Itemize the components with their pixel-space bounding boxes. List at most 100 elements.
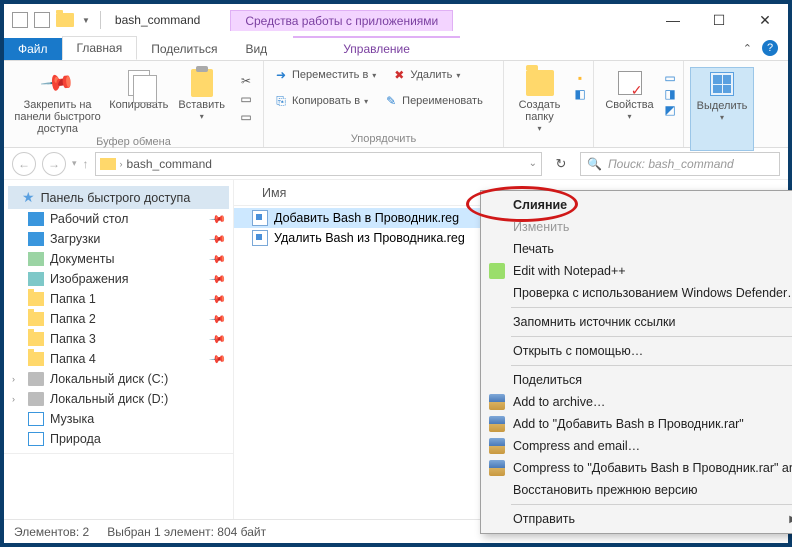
ctx-remember[interactable]: Запомнить источник ссылки xyxy=(483,311,792,333)
delete-button[interactable]: ✖Удалить ▾ xyxy=(388,67,464,83)
rar-icon xyxy=(489,394,505,410)
ctx-notepadpp[interactable]: Edit with Notepad++ xyxy=(483,260,792,282)
ctx-defender[interactable]: Проверка с использованием Windows Defend… xyxy=(483,282,792,304)
sidebar-item-pictures[interactable]: Изображения📌 xyxy=(4,269,233,289)
copyto-button[interactable]: ⎘Копировать в ▾ xyxy=(270,93,372,109)
chevron-right-icon[interactable]: › xyxy=(12,374,15,384)
sidebar-quickaccess[interactable]: ★ Панель быстрого доступа xyxy=(8,186,229,209)
rar-icon xyxy=(489,438,505,454)
maximize-button[interactable]: ☐ xyxy=(696,5,742,35)
pin-icon: 📌 xyxy=(209,350,228,369)
rename-button[interactable]: ✎Переименовать xyxy=(380,93,487,109)
qat-btn1[interactable] xyxy=(34,12,50,28)
star-icon: ★ xyxy=(22,189,35,206)
tab-home[interactable]: Главная xyxy=(62,36,138,60)
status-selection: Выбран 1 элемент: 804 байт xyxy=(107,525,266,539)
sidebar: ★ Панель быстрого доступа Рабочий стол📌 … xyxy=(4,180,234,519)
moveto-icon: ➜ xyxy=(274,68,288,82)
folder-icon xyxy=(28,352,44,366)
tab-file[interactable]: Файл xyxy=(4,38,62,60)
pin-icon: 📌 xyxy=(209,310,228,329)
nav-fwd-button[interactable]: → xyxy=(42,152,66,176)
file-name: Добавить Bash в Проводник.reg xyxy=(274,211,459,225)
nav-history-dropdown[interactable]: ▾ xyxy=(72,158,77,169)
titlebar: ▼ bash_command Средства работы с приложе… xyxy=(4,4,788,36)
context-menu: Слияние Изменить Печать Edit with Notepa… xyxy=(480,190,792,534)
delete-icon: ✖ xyxy=(392,68,406,82)
newfolder-button[interactable]: Создать папку▾ xyxy=(510,67,569,134)
ctx-edit: Изменить xyxy=(483,216,792,238)
close-button[interactable]: ✕ xyxy=(742,5,788,35)
nav-back-button[interactable]: ← xyxy=(12,152,36,176)
nav-up-button[interactable]: ↑ xyxy=(83,157,89,171)
ctx-addrar[interactable]: Add to "Добавить Bash в Проводник.rar" xyxy=(483,413,792,435)
tab-share[interactable]: Поделиться xyxy=(137,38,231,60)
refresh-button[interactable]: ↻ xyxy=(548,156,574,172)
sidebar-item-downloads[interactable]: Загрузки📌 xyxy=(4,229,233,249)
paste-icon xyxy=(191,69,213,97)
addr-folder-icon xyxy=(100,158,116,170)
ctx-merge[interactable]: Слияние xyxy=(483,194,792,216)
col-name-header[interactable]: Имя xyxy=(262,186,286,200)
newitem-icon[interactable]: ▪ xyxy=(573,71,587,85)
sidebar-item-folder2[interactable]: Папка 2📌 xyxy=(4,309,233,329)
sidebar-item-diskd[interactable]: ›Локальный диск (D:) xyxy=(4,389,233,409)
ribbon: 📌 Закрепить на панели быстрого доступа К… xyxy=(4,60,788,148)
pasteshortcut-button[interactable]: ▭ xyxy=(235,109,257,125)
sidebar-item-folder3[interactable]: Папка 3📌 xyxy=(4,329,233,349)
ctx-openwith[interactable]: Открыть с помощью… xyxy=(483,340,792,362)
system-menu-icon[interactable] xyxy=(12,12,28,28)
reg-file-icon xyxy=(252,230,268,246)
open-icon[interactable]: ▭ xyxy=(663,71,677,85)
music-icon xyxy=(28,412,44,426)
help-icon[interactable]: ? xyxy=(762,40,778,56)
address-bar[interactable]: › bash_command ⌄ xyxy=(95,152,542,176)
pin-icon: 📌 xyxy=(209,330,228,349)
qat-dropdown-icon[interactable]: ▼ xyxy=(82,16,90,25)
sidebar-item-documents[interactable]: Документы📌 xyxy=(4,249,233,269)
select-button[interactable]: Выделить▾ xyxy=(690,67,754,151)
ctx-print[interactable]: Печать xyxy=(483,238,792,260)
tab-manage[interactable]: Управление xyxy=(293,36,460,60)
reg-file-icon xyxy=(252,210,268,226)
minimize-button[interactable]: — xyxy=(650,5,696,35)
folder-icon xyxy=(526,70,554,96)
history-icon[interactable]: ◩ xyxy=(663,103,677,117)
moveto-button[interactable]: ➜Переместить в ▾ xyxy=(270,67,380,83)
ctx-send[interactable]: Отправить▶ xyxy=(483,508,792,530)
ctx-addarchive[interactable]: Add to archive… xyxy=(483,391,792,413)
search-box[interactable]: 🔍 Поиск: bash_command xyxy=(580,152,780,176)
copypath-button[interactable]: ▭ xyxy=(235,91,257,107)
sidebar-item-folder4[interactable]: Папка 4📌 xyxy=(4,349,233,369)
sidebar-item-music[interactable]: Музыка xyxy=(4,409,233,429)
path-icon: ▭ xyxy=(239,92,253,106)
documents-icon xyxy=(28,252,44,266)
sidebar-item-diskc[interactable]: ›Локальный диск (C:) xyxy=(4,369,233,389)
nav-row: ← → ▾ ↑ › bash_command ⌄ ↻ 🔍 Поиск: bash… xyxy=(4,148,788,180)
qat-folder-icon[interactable] xyxy=(56,13,74,27)
pin-quickaccess-button[interactable]: 📌 Закрепить на панели быстрого доступа xyxy=(10,67,105,135)
easyaccess-icon[interactable]: ◧ xyxy=(573,87,587,101)
addr-segment[interactable]: bash_command xyxy=(127,157,212,171)
properties-button[interactable]: Свойства▾ xyxy=(600,67,659,122)
ctx-share[interactable]: Поделиться xyxy=(483,369,792,391)
addr-dropdown-icon[interactable]: ⌄ xyxy=(529,158,537,169)
tab-view[interactable]: Вид xyxy=(231,38,281,60)
ctx-restore[interactable]: Восстановить прежнюю версию xyxy=(483,479,792,501)
chevron-right-icon[interactable]: › xyxy=(12,394,15,404)
sidebar-item-desktop[interactable]: Рабочий стол📌 xyxy=(4,209,233,229)
window-title: bash_command xyxy=(115,13,200,27)
cut-button[interactable]: ✂ xyxy=(235,73,257,89)
ribbon-collapse-icon[interactable]: ⌃ xyxy=(743,42,752,55)
sidebar-item-nature[interactable]: Природа xyxy=(4,429,233,449)
copyto-icon: ⎘ xyxy=(274,94,288,108)
edit-icon[interactable]: ◨ xyxy=(663,87,677,101)
sidebar-item-folder1[interactable]: Папка 1📌 xyxy=(4,289,233,309)
properties-icon xyxy=(618,71,642,95)
copy-button[interactable]: Копировать xyxy=(109,67,168,111)
organize-group-label: Упорядочить xyxy=(270,132,497,147)
paste-button[interactable]: Вставить▾ xyxy=(172,67,231,122)
ctx-compressemail[interactable]: Compress and email… xyxy=(483,435,792,457)
folder-icon xyxy=(28,292,44,306)
ctx-compressrar[interactable]: Compress to "Добавить Bash в Проводник.r… xyxy=(483,457,792,479)
